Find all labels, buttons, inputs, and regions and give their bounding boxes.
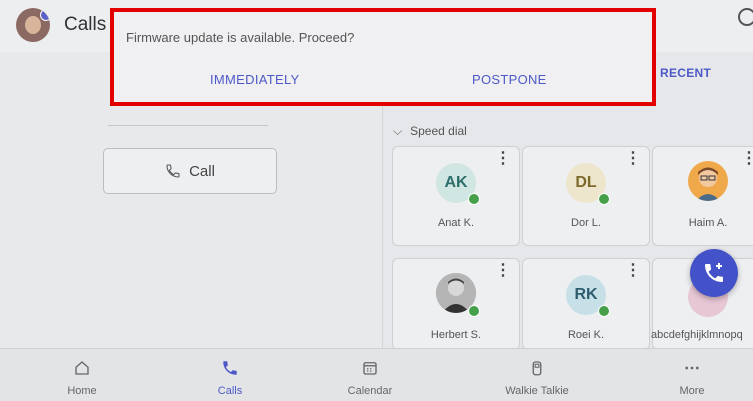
presence-available-icon	[468, 193, 480, 205]
nav-label: Calls	[217, 385, 243, 397]
dial-input-underline[interactable]	[108, 125, 268, 126]
more-options-icon[interactable]: ⋮	[625, 151, 641, 167]
calendar-icon	[363, 362, 377, 375]
call-button-label: Call	[189, 162, 215, 180]
app-title: Calls	[64, 14, 107, 35]
more-options-icon[interactable]: ⋮	[741, 151, 753, 167]
nav-item-calls[interactable]: Calls	[180, 349, 280, 401]
contact-name: Roei K.	[567, 329, 605, 341]
contact-photo	[688, 161, 728, 201]
presence-available-icon	[598, 305, 610, 317]
nav-label: Walkie Talkie	[505, 385, 569, 397]
more-options-icon[interactable]: ⋮	[625, 263, 641, 279]
immediately-button[interactable]: IMMEDIATELY	[210, 72, 300, 87]
dialog-message: Firmware update is available. Proceed?	[126, 30, 355, 45]
walkie-talkie-icon	[532, 361, 542, 376]
presence-indicator	[40, 9, 50, 21]
more-options-icon[interactable]: ⋮	[495, 151, 511, 167]
avatar-face	[25, 16, 41, 34]
postpone-button[interactable]: POSTPONE	[472, 72, 547, 87]
nav-item-walkie-talkie[interactable]: Walkie Talkie	[487, 349, 587, 401]
firmware-update-dialog: Firmware update is available. Proceed? I…	[110, 8, 656, 106]
nav-label: More	[679, 385, 705, 397]
speed-dial-card-herbert[interactable]: ⋮ Herbert S.	[392, 258, 520, 350]
contact-name: abcdefghijklmnopq	[651, 329, 743, 341]
speed-dial-card-anat[interactable]: ⋮ AK Anat K.	[392, 146, 520, 246]
more-dots-icon	[685, 366, 699, 370]
speed-dial-card-dor[interactable]: ⋮ DL Dor L.	[522, 146, 650, 246]
home-icon	[75, 361, 89, 375]
presence-available-icon	[468, 305, 480, 317]
user-avatar[interactable]	[16, 8, 50, 42]
call-button[interactable]: Call	[103, 148, 277, 194]
nav-item-home[interactable]: Home	[32, 349, 132, 401]
new-call-fab[interactable]	[690, 249, 738, 297]
contact-name: Herbert S.	[430, 329, 482, 341]
add-call-icon	[705, 263, 723, 282]
nav-item-calendar[interactable]: Calendar	[320, 349, 420, 401]
phone-icon	[166, 164, 180, 178]
speed-dial-header[interactable]: ⌵ Speed dial	[393, 124, 467, 139]
tab-recent[interactable]: RECENT	[660, 66, 711, 80]
speed-dial-card-roei[interactable]: ⋮ RK Roei K.	[522, 258, 650, 350]
nav-item-more[interactable]: More	[642, 349, 742, 401]
contact-name: Anat K.	[437, 217, 475, 229]
contact-name: Dor L.	[571, 217, 601, 229]
presence-available-icon	[598, 193, 610, 205]
more-options-icon[interactable]: ⋮	[495, 263, 511, 279]
nav-label: Home	[67, 385, 97, 397]
phone-icon	[223, 361, 237, 375]
speed-dial-card-haim[interactable]: ⋮ Haim A.	[652, 146, 753, 246]
chevron-down-icon: ⌵	[393, 124, 403, 138]
bottom-nav: Home Calls Calendar Walkie Talkie More	[0, 348, 753, 401]
search-icon[interactable]	[738, 8, 753, 26]
speed-dial-label: Speed dial	[410, 124, 467, 138]
nav-label: Calendar	[347, 385, 393, 397]
contact-name: Haim A.	[688, 217, 728, 229]
